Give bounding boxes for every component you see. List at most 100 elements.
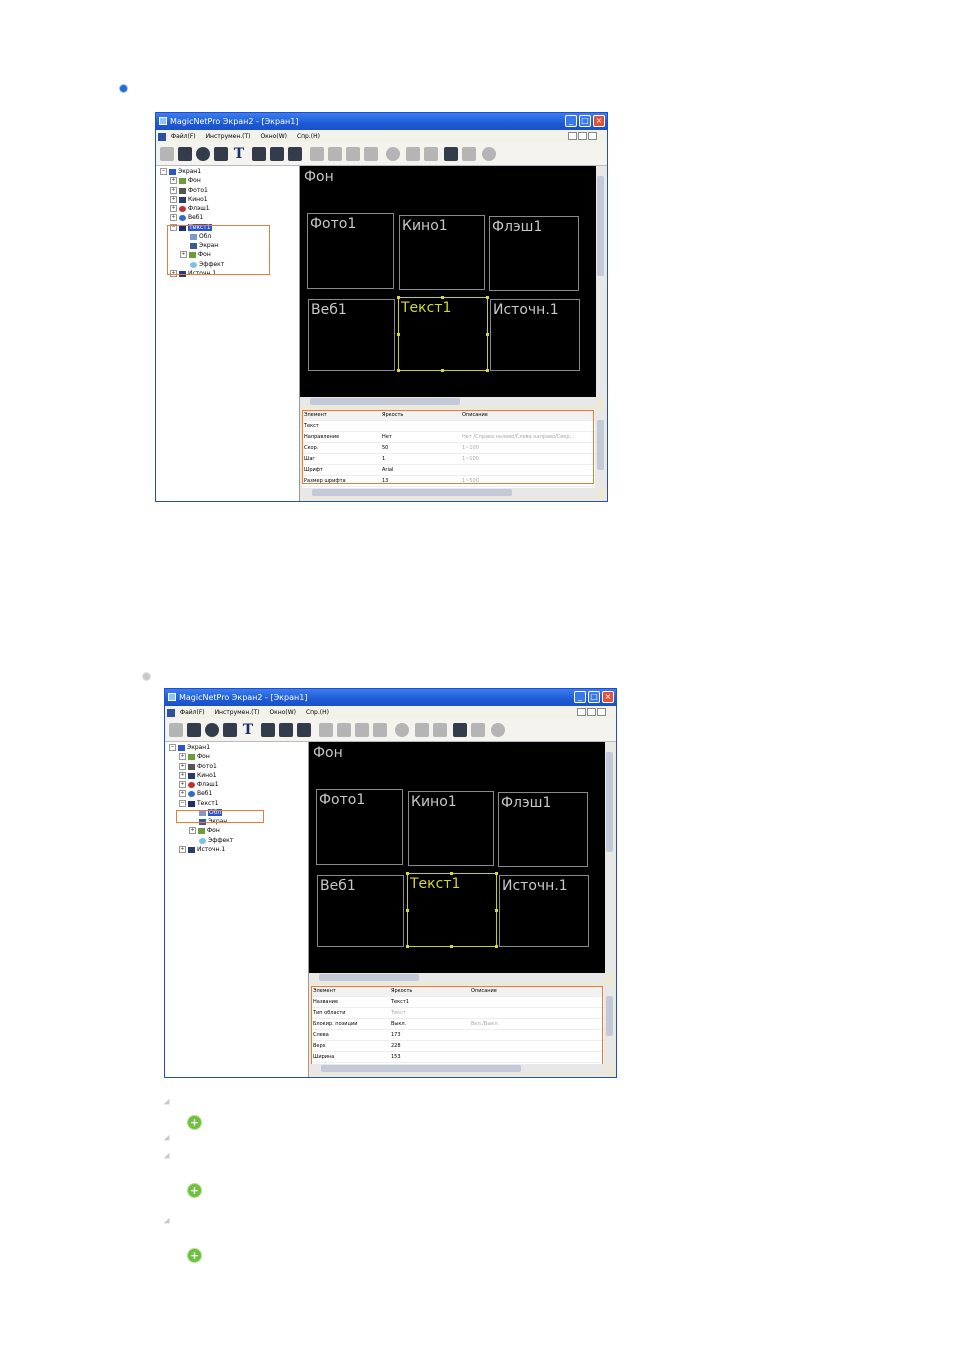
screen-icon[interactable] bbox=[297, 723, 311, 737]
resize-handle[interactable] bbox=[397, 296, 400, 299]
open-icon[interactable] bbox=[252, 147, 266, 161]
resize-handle[interactable] bbox=[450, 945, 453, 948]
close-button[interactable]: × bbox=[602, 691, 614, 703]
minimize-button[interactable]: _ bbox=[574, 691, 586, 703]
undo-icon[interactable] bbox=[453, 723, 467, 737]
resize-handle[interactable] bbox=[441, 369, 444, 372]
canvas-box-text[interactable]: Текст1 bbox=[407, 873, 497, 947]
mdi-minimize-icon[interactable] bbox=[568, 132, 577, 140]
tree-item[interactable]: − Экран1 bbox=[160, 167, 201, 176]
tree-item[interactable]: + Фон bbox=[179, 752, 210, 761]
tree-item[interactable]: − Текст1 bbox=[179, 799, 219, 808]
menu-tools[interactable]: Инструмен.(T) bbox=[206, 133, 251, 140]
delete-icon[interactable] bbox=[373, 723, 387, 737]
resize-handle[interactable] bbox=[450, 872, 453, 875]
menu-window[interactable]: Окно(W) bbox=[260, 133, 287, 140]
tree-item[interactable]: + Веб1 bbox=[179, 789, 212, 798]
text-icon[interactable]: T bbox=[241, 723, 255, 737]
props-vscrollbar[interactable] bbox=[605, 986, 614, 1064]
paste-icon[interactable] bbox=[328, 147, 342, 161]
tree-item[interactable]: + Флэш1 bbox=[170, 204, 210, 213]
canvas-box-flash[interactable]: Флэш1 bbox=[489, 216, 579, 291]
canvas-vscrollbar[interactable] bbox=[605, 742, 614, 973]
send-back-icon[interactable] bbox=[433, 723, 447, 737]
canvas-box-flash[interactable]: Флэш1 bbox=[498, 792, 588, 867]
canvas-box-text[interactable]: Текст1 bbox=[398, 297, 488, 371]
screen-icon[interactable] bbox=[288, 147, 302, 161]
mdi-minimize-icon[interactable] bbox=[577, 708, 586, 716]
redo-icon[interactable] bbox=[471, 723, 485, 737]
resize-handle[interactable] bbox=[441, 296, 444, 299]
tree-item[interactable]: + Кино1 bbox=[179, 771, 217, 780]
bring-front-icon[interactable] bbox=[406, 147, 420, 161]
delete-icon[interactable] bbox=[364, 147, 378, 161]
canvas-box-web[interactable]: Веб1 bbox=[308, 299, 395, 371]
menu-file[interactable]: Файл(F) bbox=[171, 133, 196, 140]
tree-item[interactable]: + Фото1 bbox=[170, 186, 208, 195]
props-vscrollbar[interactable] bbox=[596, 410, 605, 488]
tree-item[interactable]: + Фон bbox=[170, 176, 201, 185]
resize-handle[interactable] bbox=[406, 909, 409, 912]
mdi-close-icon[interactable] bbox=[588, 132, 597, 140]
maximize-button[interactable]: □ bbox=[588, 691, 600, 703]
minimize-button[interactable]: _ bbox=[565, 115, 577, 127]
cut-icon[interactable] bbox=[346, 147, 360, 161]
tree-item[interactable]: + Источн.1 bbox=[179, 845, 225, 854]
save-icon[interactable] bbox=[279, 723, 293, 737]
menu-file[interactable]: Файл(F) bbox=[180, 709, 205, 716]
props-hscrollbar[interactable] bbox=[311, 1064, 605, 1073]
tree-item[interactable]: + Фон bbox=[189, 826, 220, 835]
new-screen-icon[interactable] bbox=[160, 147, 174, 161]
canvas-box-source[interactable]: Источн.1 bbox=[490, 299, 580, 371]
mdi-restore-icon[interactable] bbox=[587, 708, 596, 716]
menu-window[interactable]: Окно(W) bbox=[269, 709, 296, 716]
cut-icon[interactable] bbox=[355, 723, 369, 737]
tree-item[interactable]: + Кино1 bbox=[170, 195, 208, 204]
canvas-box-photo[interactable]: Фото1 bbox=[307, 213, 394, 289]
new-screen-icon[interactable] bbox=[169, 723, 183, 737]
canvas-vscrollbar[interactable] bbox=[596, 166, 605, 397]
text-icon[interactable]: T bbox=[232, 147, 246, 161]
canvas-box-movie[interactable]: Кино1 bbox=[408, 791, 494, 866]
canvas-box-photo[interactable]: Фото1 bbox=[316, 789, 403, 865]
layout-canvas[interactable]: Фон Фото1 Кино1 Флэш1 Веб1 Текст1 Источн… bbox=[300, 166, 596, 397]
photo-icon[interactable] bbox=[205, 723, 219, 737]
resize-handle[interactable] bbox=[406, 872, 409, 875]
settings-icon[interactable] bbox=[395, 723, 409, 737]
redo-icon[interactable] bbox=[462, 147, 476, 161]
movie-icon[interactable] bbox=[214, 147, 228, 161]
canvas-hscrollbar[interactable] bbox=[309, 973, 605, 982]
tree-item[interactable]: + Веб1 bbox=[170, 213, 203, 222]
mdi-restore-icon[interactable] bbox=[578, 132, 587, 140]
tree-item[interactable]: − Экран1 bbox=[169, 743, 210, 752]
movie-icon[interactable] bbox=[223, 723, 237, 737]
resize-handle[interactable] bbox=[495, 872, 498, 875]
menu-help[interactable]: Спр.(H) bbox=[306, 709, 329, 716]
menu-tools[interactable]: Инструмен.(T) bbox=[215, 709, 260, 716]
background-icon[interactable] bbox=[187, 723, 201, 737]
canvas-box-web[interactable]: Веб1 bbox=[317, 875, 404, 947]
open-icon[interactable] bbox=[261, 723, 275, 737]
bring-front-icon[interactable] bbox=[415, 723, 429, 737]
undo-icon[interactable] bbox=[444, 147, 458, 161]
resize-handle[interactable] bbox=[486, 296, 489, 299]
info-icon[interactable] bbox=[482, 147, 496, 161]
canvas-hscrollbar[interactable] bbox=[300, 397, 596, 406]
resize-handle[interactable] bbox=[397, 369, 400, 372]
settings-icon[interactable] bbox=[386, 147, 400, 161]
layout-canvas[interactable]: Фон Фото1 Кино1 Флэш1 Веб1 Текст1 Источн… bbox=[309, 742, 605, 973]
info-icon[interactable] bbox=[491, 723, 505, 737]
resize-handle[interactable] bbox=[495, 945, 498, 948]
resize-handle[interactable] bbox=[495, 909, 498, 912]
resize-handle[interactable] bbox=[406, 945, 409, 948]
tree-item[interactable]: + Флэш1 bbox=[179, 780, 219, 789]
close-button[interactable]: × bbox=[593, 115, 605, 127]
copy-icon[interactable] bbox=[310, 147, 324, 161]
resize-handle[interactable] bbox=[486, 369, 489, 372]
paste-icon[interactable] bbox=[337, 723, 351, 737]
menu-help[interactable]: Спр.(H) bbox=[297, 133, 320, 140]
canvas-box-source[interactable]: Источн.1 bbox=[499, 875, 589, 947]
copy-icon[interactable] bbox=[319, 723, 333, 737]
resize-handle[interactable] bbox=[486, 333, 489, 336]
tree-item[interactable]: + Фото1 bbox=[179, 762, 217, 771]
